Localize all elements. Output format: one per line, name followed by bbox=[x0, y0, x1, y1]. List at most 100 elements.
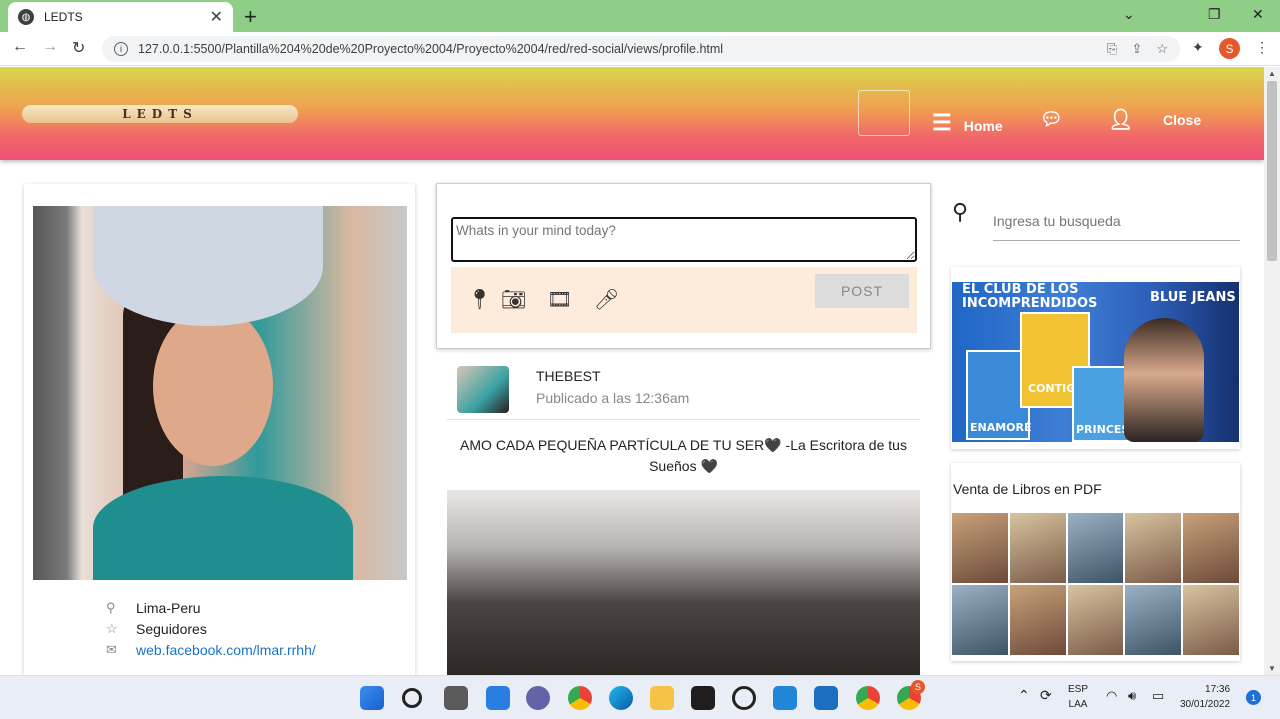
clock[interactable]: 17:36 30/01/2022 bbox=[1180, 682, 1230, 712]
chat-icon[interactable] bbox=[526, 686, 550, 710]
nav-home-label: Home bbox=[963, 118, 1003, 134]
chrome-dev-icon[interactable] bbox=[856, 686, 880, 710]
start-icon[interactable] bbox=[360, 686, 384, 710]
scroll-thumb[interactable] bbox=[1267, 81, 1277, 261]
post-composer: 📍︎ 📷︎ 🎞︎ 🎤︎ POST bbox=[436, 183, 931, 349]
sync-icon[interactable]: ⟳ bbox=[1040, 688, 1052, 703]
tab-close-icon[interactable]: ✕ bbox=[210, 7, 223, 27]
search-icon[interactable]: ⚲ bbox=[952, 199, 968, 225]
edge-icon[interactable] bbox=[609, 686, 633, 710]
chrome-icon[interactable] bbox=[568, 686, 592, 710]
person-image bbox=[1124, 318, 1204, 442]
url-text: 127.0.0.1:5500/Plantilla%204%20de%20Proy… bbox=[138, 42, 724, 56]
location-pin-icon[interactable]: 📍︎ bbox=[467, 287, 492, 312]
book-thumb[interactable] bbox=[1067, 585, 1124, 655]
book-thumb[interactable] bbox=[1183, 513, 1239, 583]
profile-avatar[interactable]: S bbox=[1219, 38, 1240, 59]
extensions-icon[interactable]: ✦ bbox=[1192, 39, 1204, 56]
book-thumb[interactable] bbox=[1125, 585, 1182, 655]
ad-banner-books[interactable]: EL CLUB DE LOS INCOMPRENDIDOS BLUE JEANS… bbox=[951, 267, 1240, 449]
divider bbox=[447, 419, 920, 420]
language-indicator[interactable]: ESP LAA bbox=[1068, 682, 1088, 712]
github-icon[interactable] bbox=[732, 686, 756, 710]
profile-card: ⚲ Lima-Peru ☆ Seguidores ✉ web.facebook.… bbox=[24, 184, 415, 675]
book-thumb[interactable] bbox=[1125, 513, 1182, 583]
back-icon[interactable]: ← bbox=[12, 38, 28, 56]
task-view-icon[interactable] bbox=[444, 686, 468, 710]
location-row: ⚲ Lima-Peru bbox=[106, 600, 201, 616]
tab-search-icon[interactable]: ⌄ bbox=[1123, 6, 1135, 23]
star-icon: ☆ bbox=[106, 621, 118, 636]
camera-icon[interactable]: 📷︎ bbox=[501, 287, 526, 312]
globe-icon: ◍ bbox=[18, 9, 34, 25]
new-tab-icon[interactable]: + bbox=[244, 4, 257, 30]
profile-photo bbox=[33, 206, 407, 580]
book-grid bbox=[952, 513, 1239, 655]
book-thumb[interactable] bbox=[1009, 585, 1066, 655]
dropbox-icon[interactable] bbox=[691, 686, 715, 710]
followers-text: Seguidores bbox=[136, 621, 207, 637]
location-text: Lima-Peru bbox=[136, 600, 201, 616]
site-logo[interactable]: LEDTS bbox=[22, 105, 298, 123]
wifi-icon[interactable]: ◠ bbox=[1106, 688, 1117, 703]
header-box bbox=[858, 90, 910, 136]
post-image[interactable] bbox=[447, 490, 920, 675]
ad-line1: EL CLUB DE LOS bbox=[962, 282, 1079, 297]
chrome-profile-icon[interactable]: S bbox=[897, 680, 925, 710]
book-thumb[interactable] bbox=[1009, 513, 1066, 583]
search-taskbar-icon[interactable] bbox=[402, 688, 422, 708]
post-time: Publicado a las 12:36am bbox=[536, 390, 690, 406]
browser-tab[interactable]: ◍ LEDTS ✕ bbox=[8, 2, 233, 32]
chevron-up-icon[interactable]: ⌃ bbox=[1018, 688, 1030, 703]
address-bar[interactable]: i 127.0.0.1:5500/Plantilla%204%20de%20Pr… bbox=[102, 36, 1180, 62]
ad-brand: BLUE JEANS bbox=[1150, 290, 1236, 305]
widgets-icon[interactable] bbox=[486, 686, 510, 710]
vscode-icon[interactable] bbox=[773, 686, 797, 710]
book-thumb[interactable] bbox=[1183, 585, 1239, 655]
nav-close[interactable]: Close bbox=[1163, 112, 1201, 128]
chrome-badge: S bbox=[911, 680, 925, 694]
site-info-icon[interactable]: i bbox=[114, 42, 128, 56]
search-input[interactable] bbox=[993, 201, 1240, 241]
map-pin-icon: ⚲ bbox=[106, 600, 116, 615]
film-icon[interactable]: 🎞︎ bbox=[547, 287, 572, 312]
post-username[interactable]: THEBEST bbox=[536, 368, 601, 384]
book-thumb[interactable] bbox=[952, 513, 1008, 583]
post-text: AMO CADA PEQUEÑA PARTÍCULA DE TU SER🖤 -L… bbox=[460, 437, 907, 474]
menu-kebab-icon[interactable]: ⋮ bbox=[1255, 39, 1269, 56]
messages-icon[interactable]: 💬︎ bbox=[1040, 109, 1063, 130]
ad-line2: INCOMPRENDIDOS bbox=[962, 296, 1098, 311]
microphone-icon[interactable]: 🎤︎ bbox=[594, 287, 619, 312]
restore-window-icon[interactable]: ❐ bbox=[1208, 6, 1221, 23]
notification-badge[interactable]: 1 bbox=[1246, 690, 1261, 705]
page-scrollbar[interactable]: ▲ ▼ bbox=[1264, 67, 1280, 675]
mail-icon[interactable] bbox=[814, 686, 838, 710]
book-thumb[interactable] bbox=[1067, 513, 1124, 583]
book-thumb[interactable] bbox=[952, 585, 1008, 655]
forward-icon[interactable]: → bbox=[42, 38, 58, 56]
ad-banner-image: EL CLUB DE LOS INCOMPRENDIDOS BLUE JEANS… bbox=[952, 282, 1239, 442]
post-button[interactable]: POST bbox=[815, 274, 909, 308]
book-title: ENAMORÉ bbox=[970, 421, 1032, 434]
reload-icon[interactable]: ↻ bbox=[72, 38, 85, 58]
followers-row: ☆ Seguidores bbox=[106, 621, 207, 637]
post-textarea[interactable] bbox=[451, 217, 917, 262]
profile-link[interactable]: web.facebook.com/lmar.rrhh/ bbox=[136, 642, 316, 658]
bookmark-star-icon[interactable]: ☆ bbox=[1156, 41, 1168, 57]
windows-taskbar: S ⌃ ⟳ ESP LAA ◠ 🔊︎ ▭ 17:36 30/01/2022 1 bbox=[0, 675, 1280, 719]
clock-date: 30/01/2022 bbox=[1180, 699, 1231, 710]
post-avatar[interactable] bbox=[457, 366, 509, 413]
battery-icon[interactable]: ▭ bbox=[1152, 688, 1164, 703]
site-header: LEDTS ☰ Home 💬︎ 👤︎ Close bbox=[0, 67, 1264, 160]
user-icon[interactable]: 👤︎ bbox=[1108, 107, 1133, 132]
nav-home[interactable]: ☰ Home bbox=[932, 110, 1003, 136]
file-explorer-icon[interactable] bbox=[650, 686, 674, 710]
close-window-icon[interactable]: ✕ bbox=[1252, 6, 1264, 23]
share-icon[interactable]: ⇪ bbox=[1131, 41, 1142, 57]
translate-icon[interactable]: ⎘ bbox=[1107, 41, 1117, 57]
scroll-up-icon[interactable]: ▲ bbox=[1268, 69, 1276, 78]
ad-pdf-books[interactable]: Venta de Libros en PDF bbox=[951, 463, 1240, 661]
volume-icon[interactable]: 🔊︎ bbox=[1128, 688, 1136, 703]
page-viewport: LEDTS ☰ Home 💬︎ 👤︎ Close ⚲ Lima-Peru ☆ S… bbox=[0, 67, 1264, 675]
scroll-down-icon[interactable]: ▼ bbox=[1268, 664, 1276, 673]
